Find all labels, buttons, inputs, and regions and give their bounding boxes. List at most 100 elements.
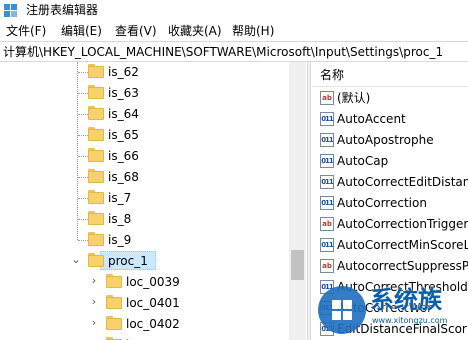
title-bar: 注册表编辑器	[0, 0, 468, 20]
tree-item[interactable]: › loc_0403	[0, 335, 290, 340]
tree-item[interactable]: › loc_0402	[0, 314, 290, 334]
tree-item[interactable]: › loc_0401	[0, 293, 290, 313]
scrollbar-thumb[interactable]	[291, 250, 304, 280]
value-row[interactable]: ab (默认)	[312, 88, 468, 109]
tree-item[interactable]: is_9	[0, 230, 290, 250]
tree-item[interactable]: is_63	[0, 83, 290, 103]
folder-icon	[106, 315, 122, 331]
tree-item-selected[interactable]: ⌄ proc_1	[0, 251, 290, 271]
watermark: 系统族 www.xitongzu.com	[318, 282, 468, 340]
dword-value-icon: 011	[320, 175, 334, 189]
dword-value-icon: 011	[320, 196, 334, 210]
window-title: 注册表编辑器	[26, 3, 99, 17]
address-path[interactable]: 计算机\HKEY_LOCAL_MACHINE\SOFTWARE\Microsof…	[3, 44, 443, 60]
tree-connector	[78, 93, 88, 94]
tree-item-label: is_64	[108, 107, 139, 121]
tree-connector	[78, 72, 88, 73]
menu-help[interactable]: 帮助(H)	[232, 23, 274, 39]
value-row[interactable]: 011 AutoApostrophe	[312, 130, 468, 151]
tree-connector	[78, 156, 88, 157]
string-value-icon: ab	[320, 91, 334, 105]
dword-value-icon: 011	[320, 112, 334, 126]
tree-item[interactable]: is_8	[0, 209, 290, 229]
folder-icon	[106, 336, 122, 340]
menu-bar: 文件(F) 编辑(E) 查看(V) 收藏夹(A) 帮助(H)	[0, 21, 468, 41]
tree-item-label: is_9	[108, 233, 132, 247]
value-row[interactable]: 011 AutoCorrectEditDistan	[312, 172, 468, 193]
column-header[interactable]: 名称	[312, 64, 468, 87]
tree-item-label: proc_1	[108, 254, 148, 268]
folder-icon	[88, 126, 104, 142]
folder-icon	[106, 294, 122, 310]
tree-item[interactable]: is_7	[0, 188, 290, 208]
value-name: AutoCorrection	[337, 196, 427, 210]
folder-icon	[88, 105, 104, 121]
tree-item-label: loc_0039	[126, 275, 180, 289]
tree-item[interactable]: is_68	[0, 167, 290, 187]
folder-icon	[88, 252, 104, 268]
tree-connector	[78, 219, 88, 220]
menu-edit[interactable]: 编辑(E)	[61, 23, 102, 39]
watermark-text: 系统族	[370, 286, 442, 314]
dword-value-icon: 011	[320, 238, 334, 252]
tree-item[interactable]: is_66	[0, 146, 290, 166]
folder-icon	[88, 231, 104, 247]
tree-item-label: loc_0402	[126, 317, 180, 331]
folder-icon	[88, 210, 104, 226]
key-tree: is_62 is_63 is_64 is_65 is_66 is_68 is_7…	[0, 62, 306, 340]
tree-item-label: is_68	[108, 170, 139, 184]
tree-item[interactable]: › loc_0039	[0, 272, 290, 292]
watermark-logo-icon	[318, 286, 366, 334]
expand-chevron-icon[interactable]: ›	[88, 316, 100, 330]
watermark-url: www.xitongzu.com	[372, 316, 448, 325]
value-name: AutoCorrectionTrigger	[337, 217, 468, 231]
tree-item-label: is_8	[108, 212, 132, 226]
string-value-icon: ab	[320, 259, 334, 273]
tree-item-label: is_63	[108, 86, 139, 100]
address-bar[interactable]: 计算机\HKEY_LOCAL_MACHINE\SOFTWARE\Microsof…	[0, 41, 468, 62]
value-row[interactable]: ab AutoCorrectionTrigger	[312, 214, 468, 235]
value-name: AutoApostrophe	[337, 133, 434, 147]
value-row[interactable]: 011 AutoCorrectMinScoreL	[312, 235, 468, 256]
value-row[interactable]: 011 AutoAccent	[312, 109, 468, 130]
menu-view[interactable]: 查看(V)	[115, 23, 157, 39]
value-row[interactable]: 011 AutoCap	[312, 151, 468, 172]
dword-value-icon: 011	[320, 154, 334, 168]
tree-connector	[78, 198, 88, 199]
tree-item-label: is_66	[108, 149, 139, 163]
expand-chevron-icon[interactable]: ›	[88, 295, 100, 309]
value-name: AutoAccent	[337, 112, 406, 126]
collapse-chevron-icon[interactable]: ⌄	[70, 253, 82, 267]
tree-scrollbar[interactable]	[289, 62, 306, 340]
pane-splitter[interactable]	[307, 62, 311, 340]
tree-item-label: is_65	[108, 128, 139, 142]
string-value-icon: ab	[320, 217, 334, 231]
folder-icon	[88, 168, 104, 184]
value-name: AutoCorrectMinScoreL	[337, 238, 468, 252]
tree-connector	[78, 114, 88, 115]
dword-value-icon: 011	[320, 133, 334, 147]
menu-favorites[interactable]: 收藏夹(A)	[168, 23, 222, 39]
value-row[interactable]: ab AutocorrectSuppressP	[312, 256, 468, 277]
column-header-name[interactable]: 名称	[320, 67, 344, 83]
tree-item[interactable]: is_65	[0, 125, 290, 145]
value-name: AutoCorrectEditDistan	[337, 175, 468, 189]
tree-connector	[78, 177, 88, 178]
tree-item[interactable]: is_64	[0, 104, 290, 124]
value-name: (默认)	[337, 91, 371, 105]
folder-icon	[88, 147, 104, 163]
tree-connector	[78, 240, 88, 241]
tree-connector	[78, 135, 88, 136]
menu-file[interactable]: 文件(F)	[6, 23, 46, 39]
tree-item[interactable]: is_62	[0, 62, 290, 82]
tree-item-label: loc_0401	[126, 296, 180, 310]
folder-icon	[88, 189, 104, 205]
value-name: AutoCap	[337, 154, 389, 168]
value-row[interactable]: 011 AutoCorrection	[312, 193, 468, 214]
expand-chevron-icon[interactable]: ›	[88, 274, 100, 288]
tree-item-label: is_7	[108, 191, 132, 205]
tree-item-label: is_62	[108, 65, 139, 79]
folder-icon	[88, 84, 104, 100]
folder-icon	[106, 273, 122, 289]
value-name: AutocorrectSuppressP	[337, 259, 468, 273]
